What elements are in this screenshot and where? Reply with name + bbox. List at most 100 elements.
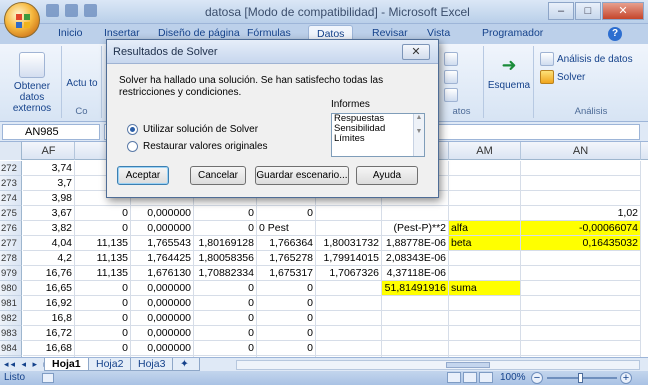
cell-ag[interactable]: 11,135 [75,266,131,281]
solver-button[interactable]: Solver [540,70,585,84]
tab-revisar[interactable]: Revisar [372,27,408,39]
zoom-in-button[interactable]: + [620,372,632,384]
cell-ah[interactable]: 1,764425 [131,251,194,266]
tab-inicio[interactable]: Inicio [58,27,83,39]
cell-aj[interactable]: 0 [257,296,316,311]
cell-ah[interactable]: 0,000000 [131,206,194,221]
row-header[interactable]: 984 [0,341,22,356]
cell-ag[interactable]: 0 [75,206,131,221]
analisis-datos-button[interactable]: Análisis de datos [540,52,633,66]
page-break-view-button[interactable] [479,372,493,383]
cell-an[interactable] [521,176,641,191]
cell-al[interactable]: 1,88778E-06 [382,236,449,251]
cell-an[interactable] [521,251,641,266]
cell-af[interactable]: 16,72 [23,326,75,341]
cell-an[interactable] [521,191,641,206]
row-header[interactable]: 273 [0,176,22,191]
cell-ai[interactable]: 1,80058356 [194,251,257,266]
cell-ah[interactable]: 0,000000 [131,221,194,236]
consolidar-button[interactable] [444,70,458,84]
cell-ag[interactable]: 0 [75,326,131,341]
radio-restore-dot[interactable] [127,141,138,152]
row-header[interactable]: 983 [0,326,22,341]
zoom-level[interactable]: 100% [500,371,526,385]
aceptar-button[interactable]: Aceptar [117,166,169,185]
horizontal-scrollbar[interactable] [236,360,640,370]
minimize-button[interactable]: ‒ [548,2,574,20]
cell-ak[interactable]: 1,80031732 [316,236,382,251]
cell-al[interactable] [382,341,449,356]
cell-af[interactable]: 16,65 [23,281,75,296]
select-all-corner[interactable] [0,142,22,160]
informe-limites[interactable]: Límites [332,134,424,144]
normal-view-button[interactable] [447,372,461,383]
cell-af[interactable]: 4,2 [23,251,75,266]
cell-aj[interactable]: 1,766364 [257,236,316,251]
row-header[interactable]: 275 [0,206,22,221]
cell-ah[interactable]: 0,000000 [131,341,194,356]
cell-af[interactable]: 16,8 [23,311,75,326]
tab-diseno-pagina[interactable]: Diseño de página [158,27,240,39]
row-header[interactable]: 272 [0,161,22,176]
column-header-af[interactable]: AF [23,142,75,160]
cell-al[interactable] [382,326,449,341]
cell-an[interactable] [521,341,641,356]
cell-af[interactable]: 16,92 [23,296,75,311]
office-button[interactable] [4,2,40,38]
cell-ak[interactable] [316,326,382,341]
cell-ag[interactable]: 0 [75,281,131,296]
cell-ai[interactable]: 0 [194,326,257,341]
cell-aj[interactable]: 0 [257,206,316,221]
cell-ag[interactable]: 11,135 [75,251,131,266]
zoom-out-button[interactable]: − [531,372,543,384]
cell-af[interactable]: 3,98 [23,191,75,206]
column-header-an[interactable]: AN [521,142,641,160]
zoom-slider-thumb[interactable] [578,373,583,383]
row-header[interactable]: 276 [0,221,22,236]
cell-ak[interactable] [316,281,382,296]
cell-an[interactable]: -0,00066074 [521,221,641,236]
validacion-button[interactable] [444,52,458,66]
cell-am[interactable]: beta [449,236,521,251]
cell-al[interactable]: 4,37118E-06 [382,266,449,281]
cancelar-button[interactable]: Cancelar [190,166,246,185]
cell-ah[interactable]: 0,000000 [131,281,194,296]
cell-am[interactable] [449,161,521,176]
cell-ak[interactable] [316,296,382,311]
cell-al[interactable] [382,311,449,326]
cell-am[interactable] [449,191,521,206]
cell-ak[interactable] [316,341,382,356]
page-layout-view-button[interactable] [463,372,477,383]
tab-insertar[interactable]: Insertar [104,27,140,39]
cell-aj[interactable]: 0 [257,326,316,341]
column-header-am[interactable]: AM [449,142,521,160]
cell-ai[interactable]: 0 [194,341,257,356]
undo-icon[interactable] [65,4,78,17]
cell-ai[interactable]: 1,80169128 [194,236,257,251]
cell-ag[interactable]: 0 [75,221,131,236]
cell-ai[interactable]: 0 [194,281,257,296]
cell-ak[interactable] [316,206,382,221]
cell-am[interactable] [449,341,521,356]
cell-ai[interactable]: 0 [194,206,257,221]
cell-ak[interactable] [316,311,382,326]
cell-aj[interactable]: 0 Pest [257,221,316,236]
cell-ah[interactable]: 0,000000 [131,326,194,341]
cell-am[interactable]: suma [449,281,521,296]
cell-al[interactable] [382,296,449,311]
tab-vista[interactable]: Vista [427,27,450,39]
cell-am[interactable] [449,296,521,311]
cell-af[interactable]: 3,82 [23,221,75,236]
cell-af[interactable]: 4,04 [23,236,75,251]
tab-programador[interactable]: Programador [482,27,543,39]
row-header[interactable]: 979 [0,266,22,281]
tab-formulas[interactable]: Fórmulas [247,27,291,39]
radio-keep-solution[interactable]: Utilizar solución de Solver [127,124,258,135]
cell-ag[interactable]: 0 [75,341,131,356]
redo-icon[interactable] [84,4,97,17]
save-icon[interactable] [46,4,59,17]
row-header[interactable]: 980 [0,281,22,296]
cell-af[interactable]: 16,76 [23,266,75,281]
cell-aj[interactable]: 0 [257,281,316,296]
cell-al[interactable]: (Pest-P)**2 [382,221,449,236]
